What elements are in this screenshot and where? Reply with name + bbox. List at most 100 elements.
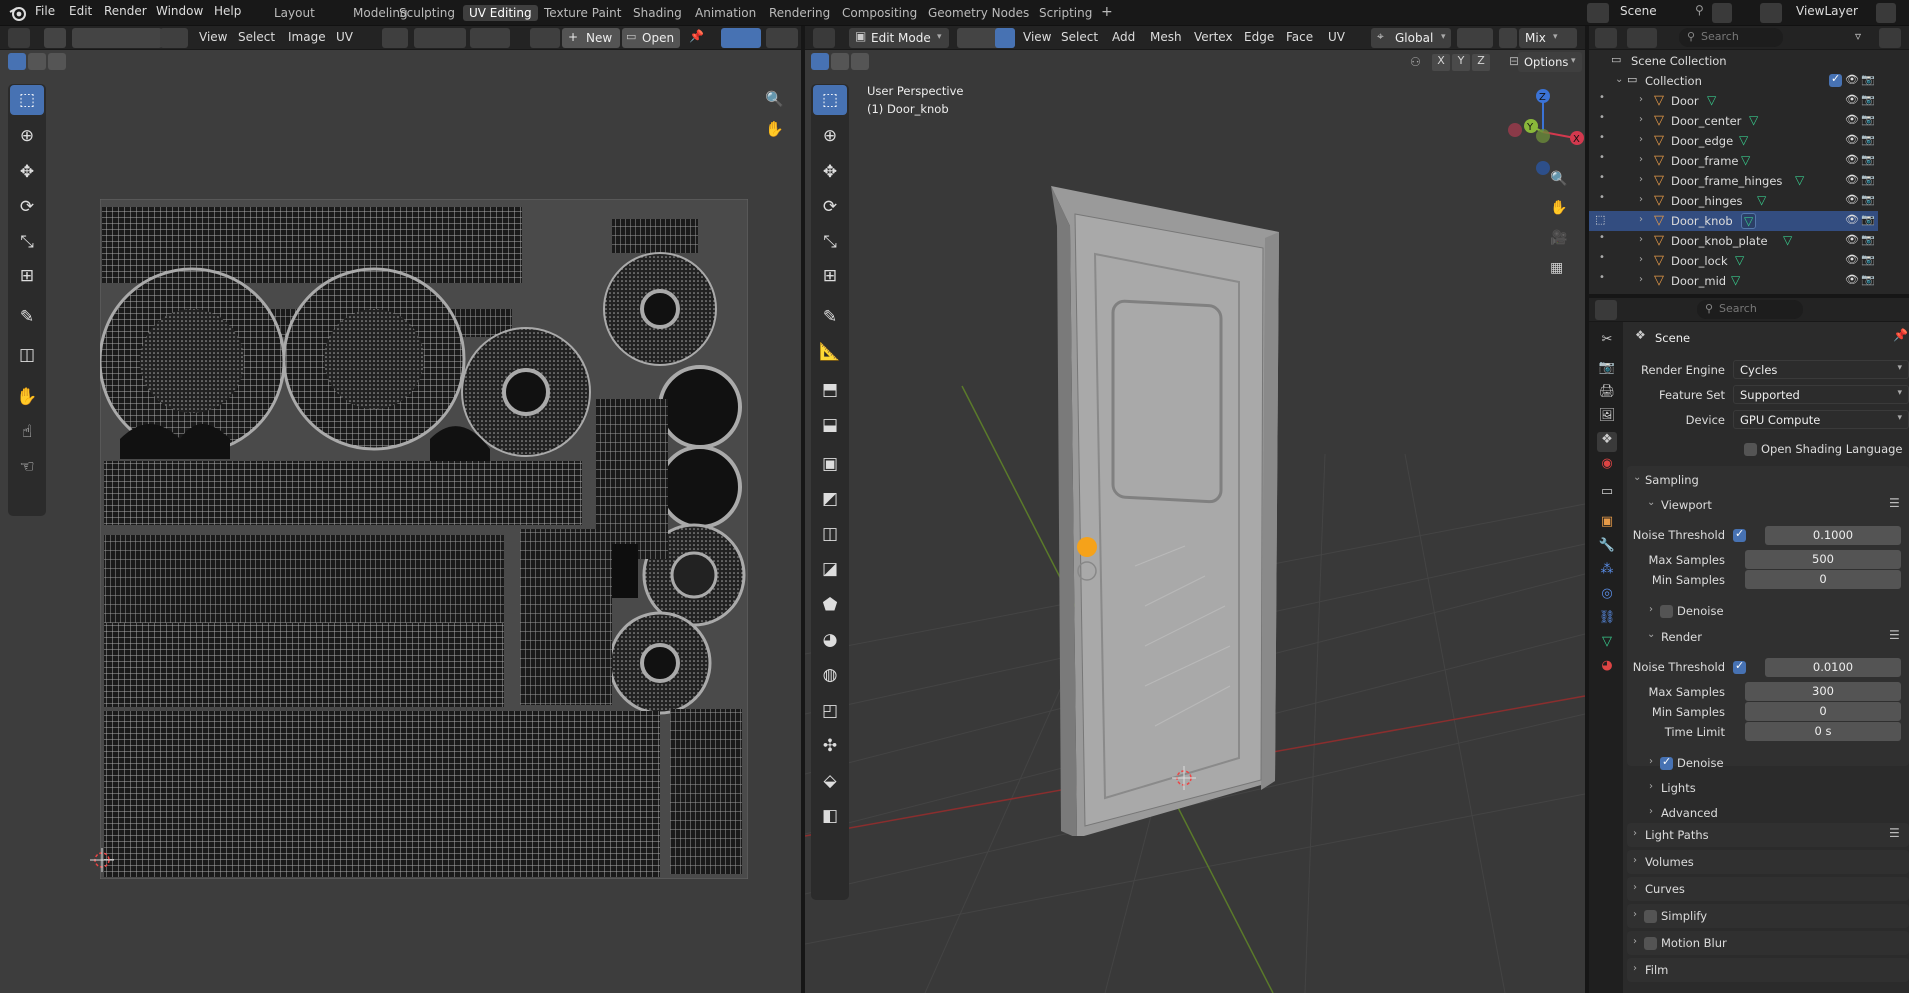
rotate-tool[interactable]: ⟳ <box>813 192 847 222</box>
eye-icon[interactable]: 👁 <box>1845 133 1859 146</box>
outliner-item-door-center[interactable]: • › ▽ Door_center ▽ 👁 📷 <box>1589 111 1878 131</box>
scene-selector-icon[interactable] <box>1587 3 1609 23</box>
menu-edit[interactable]: Edit <box>69 4 92 18</box>
overlay-toggle[interactable] <box>766 28 798 48</box>
pin-scene-icon[interactable]: ⚲ <box>1695 3 1704 17</box>
camera-icon[interactable]: 📷 <box>1861 153 1875 166</box>
outliner-search-input[interactable]: ⚲ Search <box>1679 28 1783 47</box>
loop-cut-tool[interactable]: ◫ <box>813 519 847 549</box>
tool-tab-icon[interactable]: ✂ <box>1597 332 1617 352</box>
measure-tool[interactable]: 📐 <box>813 337 847 367</box>
snap-toggle[interactable] <box>414 28 466 48</box>
motion-blur-checkbox[interactable] <box>1644 937 1657 950</box>
feature-set-dropdown[interactable]: Supported ▾ <box>1733 385 1909 404</box>
advanced-subpanel-header[interactable]: Advanced <box>1661 806 1718 820</box>
rotate-tool[interactable]: ⟳ <box>10 192 44 222</box>
spin-tool[interactable]: ◕ <box>813 625 847 655</box>
mesh-data-icon[interactable]: ▽ <box>1741 213 1757 229</box>
workspace-shading[interactable]: Shading <box>627 5 688 21</box>
camera-icon[interactable]: 📷 <box>1861 213 1875 226</box>
collection-tab-icon[interactable]: ▭ <box>1597 484 1617 504</box>
render-min-samples-field[interactable]: 0 <box>1745 702 1901 721</box>
cursor-tool[interactable]: ⊕ <box>10 121 44 151</box>
camera-icon[interactable]: 📷 <box>1861 93 1875 106</box>
pin-image-icon[interactable]: 📌 <box>689 29 704 43</box>
curves-panel-header[interactable]: Curves <box>1645 882 1685 896</box>
mirror-z-button[interactable]: Z <box>1472 54 1490 71</box>
constraints-tab-icon[interactable]: ⛓ <box>1597 610 1617 630</box>
mesh-data-icon[interactable]: ▽ <box>1739 133 1748 147</box>
mirror-axis-buttons[interactable]: ⚇ X Y Z <box>1410 54 1500 72</box>
camera-icon[interactable]: 📷 <box>1861 193 1875 206</box>
menu-window[interactable]: Window <box>156 4 203 18</box>
uv-layout-canvas[interactable] <box>100 199 748 879</box>
sync-selection-icon[interactable] <box>44 28 66 48</box>
transform-tool[interactable]: ⊞ <box>813 261 847 291</box>
outliner-item-door-frame[interactable]: • › ▽ Door_frame ▽ 👁 📷 <box>1589 151 1878 171</box>
add-cube-tool[interactable]: ⬒ <box>813 375 847 405</box>
mesh-data-icon[interactable]: ▽ <box>1741 153 1750 167</box>
workspace-uv-editing[interactable]: UV Editing <box>463 5 538 21</box>
pan-hand-icon[interactable]: ✋ <box>1550 200 1567 216</box>
material-tab-icon[interactable]: ◕ <box>1597 658 1617 678</box>
menu-add[interactable]: Add <box>1112 30 1135 44</box>
edit-mode-icon[interactable]: ⬚ <box>1595 213 1605 226</box>
open-image-button[interactable]: ▭ Open <box>622 28 680 48</box>
render-denoise-checkbox[interactable] <box>1660 755 1673 770</box>
scene-collection-row[interactable]: ▭ Scene Collection <box>1589 51 1878 71</box>
blender-logo-icon[interactable] <box>8 3 28 23</box>
new-viewlayer-icon[interactable] <box>1876 3 1896 23</box>
workspace-sculpting[interactable]: Sculpting <box>393 5 461 21</box>
uv-menu-image[interactable]: Image <box>288 30 326 44</box>
render-subpanel-header[interactable]: Render <box>1661 630 1702 644</box>
mesh-data-icon[interactable]: ▽ <box>1757 193 1766 207</box>
zoom-icon[interactable]: 🔍 <box>765 90 784 108</box>
proportional-edit-toggle[interactable] <box>470 28 510 48</box>
viewlayer-icon[interactable] <box>1760 3 1782 23</box>
menu-file[interactable]: File <box>35 4 55 18</box>
camera-icon[interactable]: 📷 <box>1861 253 1875 266</box>
viewport-min-samples-field[interactable]: 0 <box>1745 570 1901 589</box>
viewport-noise-threshold-field[interactable]: 0.1000 <box>1765 526 1901 545</box>
door-knob-selected[interactable] <box>1077 537 1097 557</box>
uv-select-box-modes[interactable] <box>8 53 68 71</box>
outliner-item-door-edge[interactable]: • › ▽ Door_edge ▽ 👁 📷 <box>1589 131 1878 151</box>
presets-list-icon[interactable]: ☰ <box>1889 826 1900 840</box>
view-layer-tab-icon[interactable]: 🖼 <box>1597 408 1617 428</box>
render-denoise-label[interactable]: Denoise <box>1677 756 1724 770</box>
eye-icon[interactable]: 👁 <box>1845 113 1859 126</box>
extrude-tool[interactable]: ⬓ <box>813 410 847 440</box>
door-mesh[interactable] <box>1025 186 1285 836</box>
menu-view[interactable]: View <box>1023 30 1051 44</box>
mesh-data-icon[interactable]: ▽ <box>1795 173 1804 187</box>
edge-slide-tool[interactable]: ◰ <box>813 696 847 726</box>
device-dropdown[interactable]: GPU Compute ▾ <box>1733 410 1909 429</box>
gizmo-toggle[interactable] <box>721 28 761 48</box>
poly-build-tool[interactable]: ⬟ <box>813 590 847 620</box>
viewport-subpanel-header[interactable]: Viewport <box>1661 498 1712 512</box>
presets-list-icon[interactable]: ☰ <box>1889 496 1900 510</box>
eye-icon[interactable]: 👁 <box>1845 233 1859 246</box>
modifiers-tab-icon[interactable]: 🔧 <box>1597 538 1617 558</box>
mesh-data-icon[interactable]: ▽ <box>1731 273 1740 287</box>
outliner-item-door-lock[interactable]: • › ▽ Door_lock ▽ 👁 📷 <box>1589 251 1878 271</box>
rip-region-tool[interactable]: ◫ <box>10 340 44 370</box>
move-tool[interactable]: ✥ <box>813 157 847 187</box>
camera-icon[interactable]: 📷 <box>1861 233 1875 246</box>
3d-viewport[interactable]: ▣ Edit Mode ▾ View Select Add Mesh Verte… <box>805 26 1585 993</box>
world-tab-icon[interactable]: ◉ <box>1597 456 1617 476</box>
time-limit-field[interactable]: 0 s <box>1745 722 1901 741</box>
menu-render[interactable]: Render <box>104 4 147 18</box>
camera-icon[interactable]: 📷 <box>1861 113 1875 126</box>
render-engine-dropdown[interactable]: Cycles ▾ <box>1733 360 1909 379</box>
scale-tool[interactable]: ⤡ <box>10 227 44 257</box>
filter-icon[interactable]: ▿ <box>1855 29 1861 43</box>
knife-tool[interactable]: ◪ <box>813 554 847 584</box>
physics-tab-icon[interactable]: ◎ <box>1597 586 1617 606</box>
relax-tool[interactable]: ☝ <box>10 417 44 447</box>
uv-menu-select[interactable]: Select <box>238 30 275 44</box>
camera-icon[interactable]: 📷 <box>1861 133 1875 146</box>
editor-type-icon[interactable] <box>1595 300 1617 320</box>
scene-name[interactable]: Scene <box>1620 4 1657 18</box>
display-mode-dropdown[interactable] <box>1627 28 1657 48</box>
